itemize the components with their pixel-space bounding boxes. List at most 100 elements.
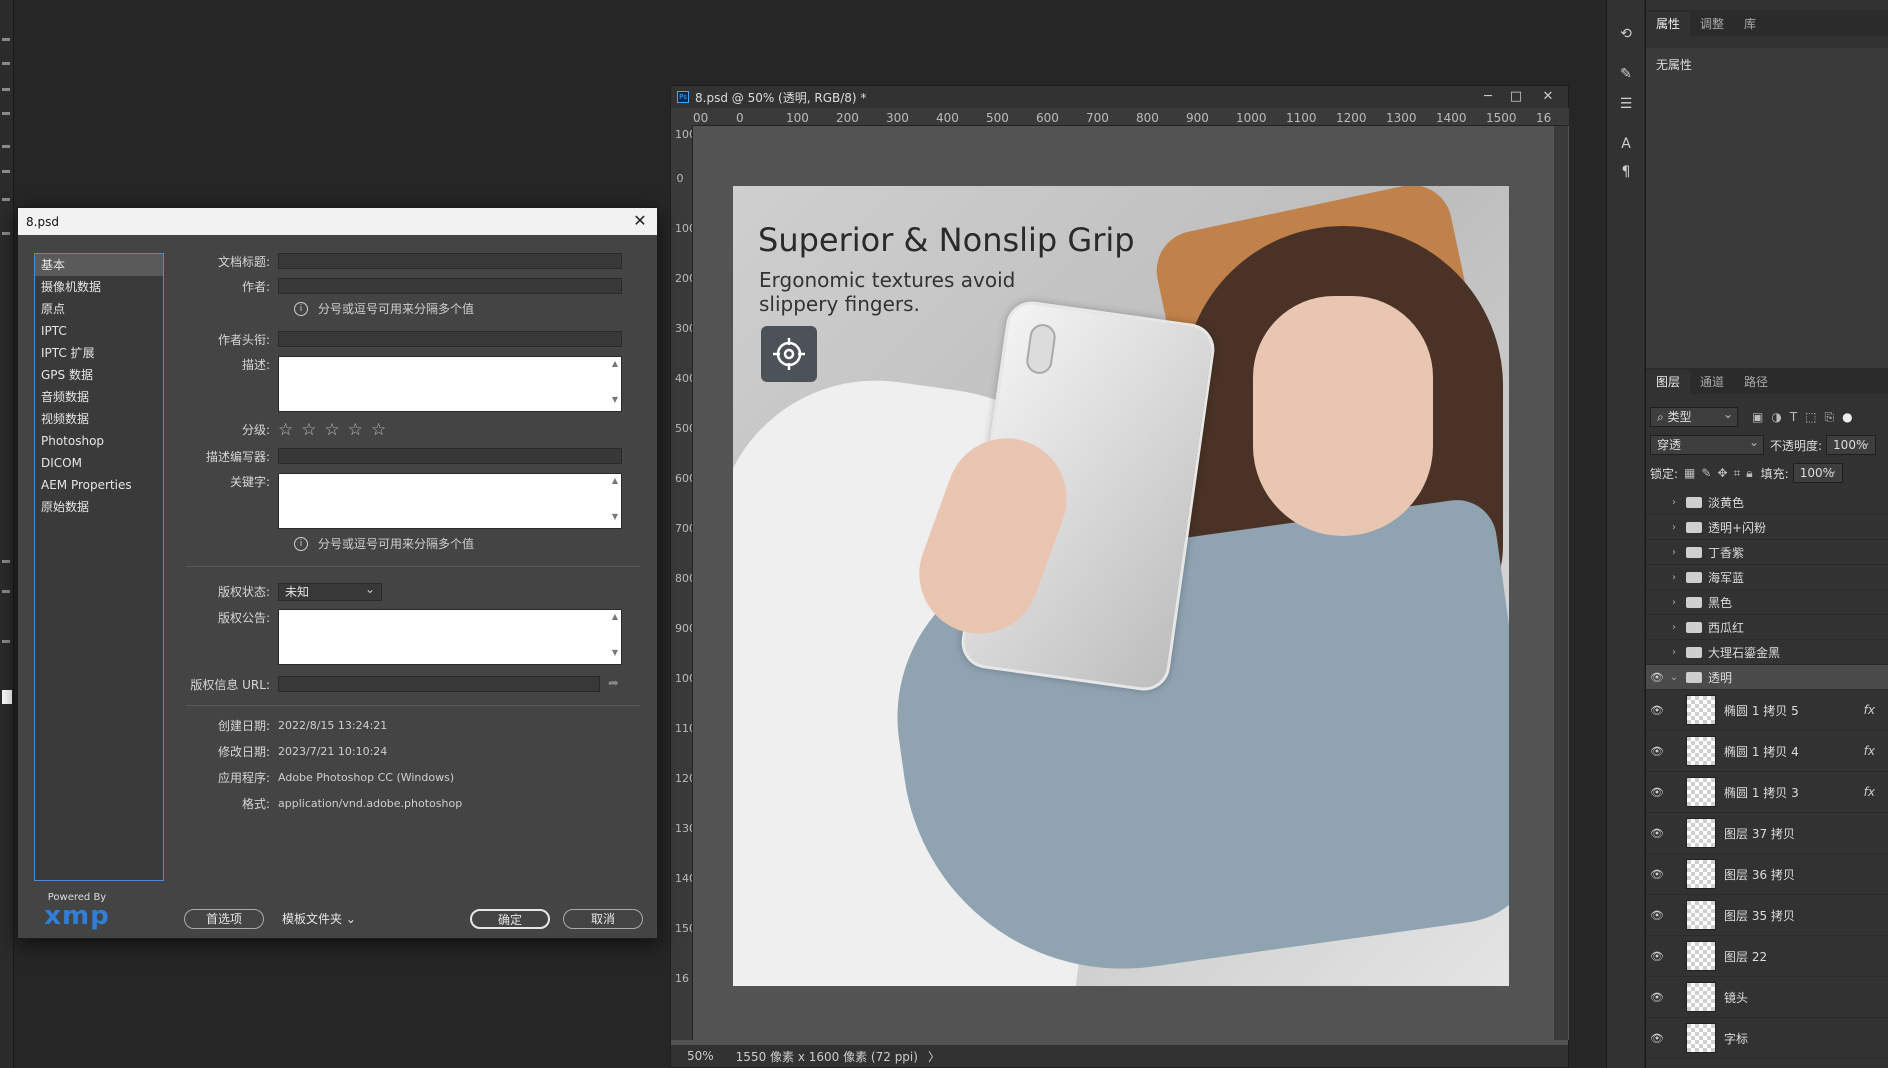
metadata-category-item[interactable]: IPTC xyxy=(35,320,163,342)
chevron-right-icon[interactable]: › xyxy=(1668,522,1680,533)
metadata-category-item[interactable]: DICOM xyxy=(35,452,163,474)
visibility-eye-icon[interactable]: 👁︎ xyxy=(1646,745,1668,758)
ok-button[interactable]: 确定 xyxy=(470,909,550,929)
metadata-category-item[interactable]: 基本 xyxy=(35,254,163,276)
layer-row[interactable]: 👁︎ 图层 37 拷贝 xyxy=(1646,813,1888,854)
metadata-category-item[interactable]: 原始数据 xyxy=(35,496,163,518)
layer-group-row[interactable]: 👁︎› 海军蓝 xyxy=(1646,565,1888,590)
visibility-eye-icon[interactable]: 👁︎ xyxy=(1646,786,1668,799)
status-menu-arrow[interactable]: 〉 xyxy=(928,1048,940,1065)
tool-icon[interactable] xyxy=(2,198,10,201)
layer-row[interactable]: 👁︎ 镜头 xyxy=(1646,977,1888,1018)
lock-transparent-icon[interactable]: ▦ xyxy=(1684,466,1695,480)
layer-effects-icon[interactable]: fx xyxy=(1864,703,1875,717)
author-input[interactable] xyxy=(278,278,622,294)
paragraph-icon[interactable]: ¶ xyxy=(1618,164,1634,180)
visibility-eye-icon[interactable]: 👁︎ xyxy=(1646,596,1668,609)
visibility-eye-icon[interactable]: 👁︎ xyxy=(1646,991,1668,1004)
visibility-eye-icon[interactable]: 👁︎ xyxy=(1646,1032,1668,1045)
lock-all-icon[interactable]: 🔒︎ xyxy=(1746,466,1752,481)
visibility-eye-icon[interactable]: 👁︎ xyxy=(1646,546,1668,559)
visibility-eye-icon[interactable]: 👁︎ xyxy=(1646,671,1668,684)
layer-filter-select[interactable]: ⌕ 类型 xyxy=(1650,405,1738,427)
tab-properties[interactable]: 属性 xyxy=(1646,12,1691,36)
layer-row[interactable]: 👁︎ 椭圆 1 拷贝 5 fx xyxy=(1646,690,1888,731)
copyright-notice-textarea[interactable] xyxy=(278,609,622,665)
layer-row[interactable]: 👁︎ 图层 22 xyxy=(1646,936,1888,977)
layer-group-row[interactable]: 👁︎› 淡黄色 xyxy=(1646,490,1888,515)
layer-group-row[interactable]: 👁︎› 透明+闪粉 xyxy=(1646,515,1888,540)
canvas-artwork[interactable]: Superior & Nonslip Grip Ergonomic textur… xyxy=(733,186,1509,986)
brush-settings-icon[interactable]: ✎ xyxy=(1618,66,1634,82)
chevron-right-icon[interactable]: › xyxy=(1668,647,1680,658)
minimize-button[interactable]: ─ xyxy=(1474,88,1502,106)
filter-shape-icon[interactable]: ⬚ xyxy=(1805,410,1816,424)
template-folder-button[interactable]: 模板文件夹 ⌄ xyxy=(282,910,356,927)
star-icon[interactable]: ☆ xyxy=(278,421,293,439)
copyright-status-select[interactable]: 未知 xyxy=(278,581,382,601)
metadata-category-item[interactable]: AEM Properties xyxy=(35,474,163,496)
visibility-eye-icon[interactable]: 👁︎ xyxy=(1646,571,1668,584)
visibility-eye-icon[interactable]: 👁︎ xyxy=(1646,868,1668,881)
visibility-eye-icon[interactable]: 👁︎ xyxy=(1646,496,1668,509)
vertical-scrollbar[interactable] xyxy=(1554,126,1568,1040)
lock-artboard-icon[interactable]: ⌗ xyxy=(1734,466,1741,481)
tool-icon[interactable] xyxy=(2,640,10,643)
layer-group-row[interactable]: 👁︎› 黑色 xyxy=(1646,590,1888,615)
metadata-category-item[interactable]: GPS 数据 xyxy=(35,364,163,386)
tab-layers[interactable]: 图层 xyxy=(1646,370,1691,394)
visibility-eye-icon[interactable]: 👁︎ xyxy=(1646,621,1668,634)
vertical-ruler[interactable]: 100 0 100 200 300 400 500 600 700 800 90… xyxy=(671,126,693,1040)
star-icon[interactable]: ☆ xyxy=(371,421,386,439)
layer-group-row[interactable]: 👁︎› 丁香紫 xyxy=(1646,540,1888,565)
preferences-button[interactable]: 首选项 xyxy=(184,909,264,929)
open-url-icon[interactable]: ➦ xyxy=(608,676,619,691)
visibility-eye-icon[interactable]: 👁︎ xyxy=(1646,909,1668,922)
layer-row[interactable]: 👁︎ 字标 xyxy=(1646,1018,1888,1059)
tool-icon[interactable] xyxy=(2,560,10,563)
tool-icon[interactable] xyxy=(2,62,10,65)
doc-title-input[interactable] xyxy=(278,253,622,269)
chevron-right-icon[interactable]: › xyxy=(1668,572,1680,583)
author-title-input[interactable] xyxy=(278,331,622,347)
tab-adjustments[interactable]: 调整 xyxy=(1690,12,1734,36)
filter-adjustment-icon[interactable]: ◑ xyxy=(1771,410,1781,424)
lock-position-icon[interactable]: ✥ xyxy=(1717,466,1727,480)
visibility-eye-icon[interactable]: 👁︎ xyxy=(1646,950,1668,963)
tool-icon[interactable] xyxy=(2,590,10,593)
chevron-right-icon[interactable]: › xyxy=(1668,547,1680,558)
metadata-category-item[interactable]: 摄像机数据 xyxy=(35,276,163,298)
visibility-eye-icon[interactable]: 👁︎ xyxy=(1646,521,1668,534)
tool-icon[interactable] xyxy=(2,88,10,91)
layers-list[interactable]: 👁︎›淡黄色👁︎›透明+闪粉👁︎›丁香紫👁︎›海军蓝👁︎›黑色👁︎›西瓜红👁︎›… xyxy=(1646,490,1888,1068)
adjust-sliders-icon[interactable]: ☰ xyxy=(1618,96,1634,112)
layer-effects-icon[interactable]: fx xyxy=(1864,744,1875,758)
copyright-url-input[interactable] xyxy=(278,676,600,692)
layer-group-row[interactable]: 👁︎› 大理石鎏金黑 xyxy=(1646,640,1888,665)
tool-icon[interactable] xyxy=(2,232,10,235)
filter-type-icon[interactable]: T xyxy=(1790,410,1797,424)
layer-row[interactable]: 👁︎ 椭圆 1 拷贝 3 fx xyxy=(1646,772,1888,813)
metadata-category-item[interactable]: Photoshop xyxy=(35,430,163,452)
tab-paths[interactable]: 路径 xyxy=(1734,370,1778,394)
filter-toggle-icon[interactable]: ● xyxy=(1842,410,1852,424)
visibility-eye-icon[interactable]: 👁︎ xyxy=(1646,646,1668,659)
tool-icon[interactable] xyxy=(2,145,10,148)
foreground-color-swatch[interactable] xyxy=(2,690,12,704)
fill-input[interactable]: 100% xyxy=(1792,461,1843,483)
metadata-category-item[interactable]: 视频数据 xyxy=(35,408,163,430)
tab-channels[interactable]: 通道 xyxy=(1690,370,1734,394)
description-textarea[interactable] xyxy=(278,356,622,412)
star-icon[interactable]: ☆ xyxy=(348,421,363,439)
tool-icon[interactable] xyxy=(2,38,10,41)
layer-group-row[interactable]: 👁︎› 西瓜红 xyxy=(1646,615,1888,640)
blend-mode-select[interactable]: 穿透 xyxy=(1650,433,1764,455)
zoom-level[interactable]: 50% xyxy=(687,1049,714,1063)
metadata-category-item[interactable]: 原点 xyxy=(35,298,163,320)
tool-icon[interactable] xyxy=(2,170,10,173)
layer-row[interactable]: 👁︎ 椭圆 1 拷贝 4 fx xyxy=(1646,731,1888,772)
visibility-eye-icon[interactable]: 👁︎ xyxy=(1646,827,1668,840)
character-icon[interactable]: A xyxy=(1618,136,1634,152)
star-icon[interactable]: ☆ xyxy=(325,421,340,439)
close-document-button[interactable]: ✕ xyxy=(1534,88,1562,106)
